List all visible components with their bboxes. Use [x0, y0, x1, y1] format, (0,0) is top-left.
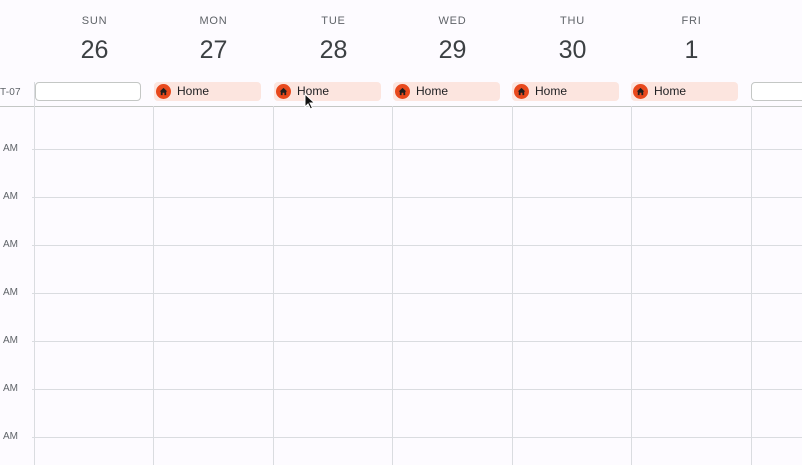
- day-column-divider: [392, 106, 393, 465]
- day-number[interactable]: 30: [513, 36, 632, 65]
- hour-gridline: [32, 197, 802, 198]
- working-location-chip-empty[interactable]: [35, 82, 141, 101]
- hour-label: AM: [3, 335, 18, 346]
- working-location-chip-home[interactable]: Home: [631, 82, 738, 101]
- day-name: S: [752, 15, 802, 27]
- calendar-week-view: T-07 SUN 26 MON 27 TUE 28 WED 29 THU 30 …: [0, 0, 802, 465]
- chip-label: Home: [535, 84, 568, 98]
- working-location-chip-home[interactable]: Home: [154, 82, 261, 101]
- hour-gridline: [32, 293, 802, 294]
- hour-gridline: [32, 389, 802, 390]
- chip-label: Home: [177, 84, 210, 98]
- hour-label: AM: [3, 191, 18, 202]
- day-column-divider: [751, 106, 752, 465]
- working-location-chip-home[interactable]: Home: [274, 82, 381, 101]
- working-location-chip-home[interactable]: Home: [393, 82, 500, 101]
- home-icon: [395, 84, 410, 99]
- day-column-divider: [631, 106, 632, 465]
- day-name: WED: [438, 15, 467, 27]
- day-name: FRI: [681, 15, 702, 27]
- hour-gridline: [32, 149, 802, 150]
- hour-gridline: [32, 245, 802, 246]
- day-column-divider: [273, 106, 274, 465]
- header-divider: [0, 106, 802, 107]
- home-icon: [276, 84, 291, 99]
- day-column-divider: [512, 106, 513, 465]
- day-number[interactable]: 28: [274, 36, 393, 65]
- hour-label: AM: [3, 287, 18, 298]
- hour-label: AM: [3, 383, 18, 394]
- timezone-label: T-07: [0, 87, 21, 98]
- day-name: THU: [559, 15, 585, 27]
- home-icon: [633, 84, 648, 99]
- working-location-chip-home[interactable]: Home: [512, 82, 619, 101]
- day-name: TUE: [321, 15, 346, 27]
- day-header-sat[interactable]: S: [752, 0, 802, 80]
- chip-label: Home: [297, 84, 330, 98]
- day-name: SUN: [81, 15, 108, 27]
- hour-label: AM: [3, 239, 18, 250]
- day-header-thu[interactable]: THU 30: [513, 0, 632, 80]
- day-number[interactable]: 27: [154, 36, 273, 65]
- day-number[interactable]: 26: [35, 36, 154, 65]
- chip-label: Home: [654, 84, 687, 98]
- home-icon: [514, 84, 529, 99]
- day-header-wed[interactable]: WED 29: [393, 0, 512, 80]
- working-location-chip-empty[interactable]: [751, 82, 802, 101]
- hour-label: AM: [3, 143, 18, 154]
- hour-gridline: [32, 437, 802, 438]
- day-header-fri[interactable]: FRI 1: [632, 0, 751, 80]
- day-header-sun[interactable]: SUN 26: [35, 0, 154, 80]
- day-column-divider: [34, 82, 35, 465]
- day-name: MON: [199, 15, 228, 27]
- day-header-tue[interactable]: TUE 28: [274, 0, 393, 80]
- hour-label: AM: [3, 431, 18, 442]
- home-icon: [156, 84, 171, 99]
- day-number[interactable]: 29: [393, 36, 512, 65]
- day-column-divider: [153, 106, 154, 465]
- hour-gridline: [32, 341, 802, 342]
- day-number[interactable]: 1: [632, 36, 751, 65]
- chip-label: Home: [416, 84, 449, 98]
- day-header-mon[interactable]: MON 27: [154, 0, 273, 80]
